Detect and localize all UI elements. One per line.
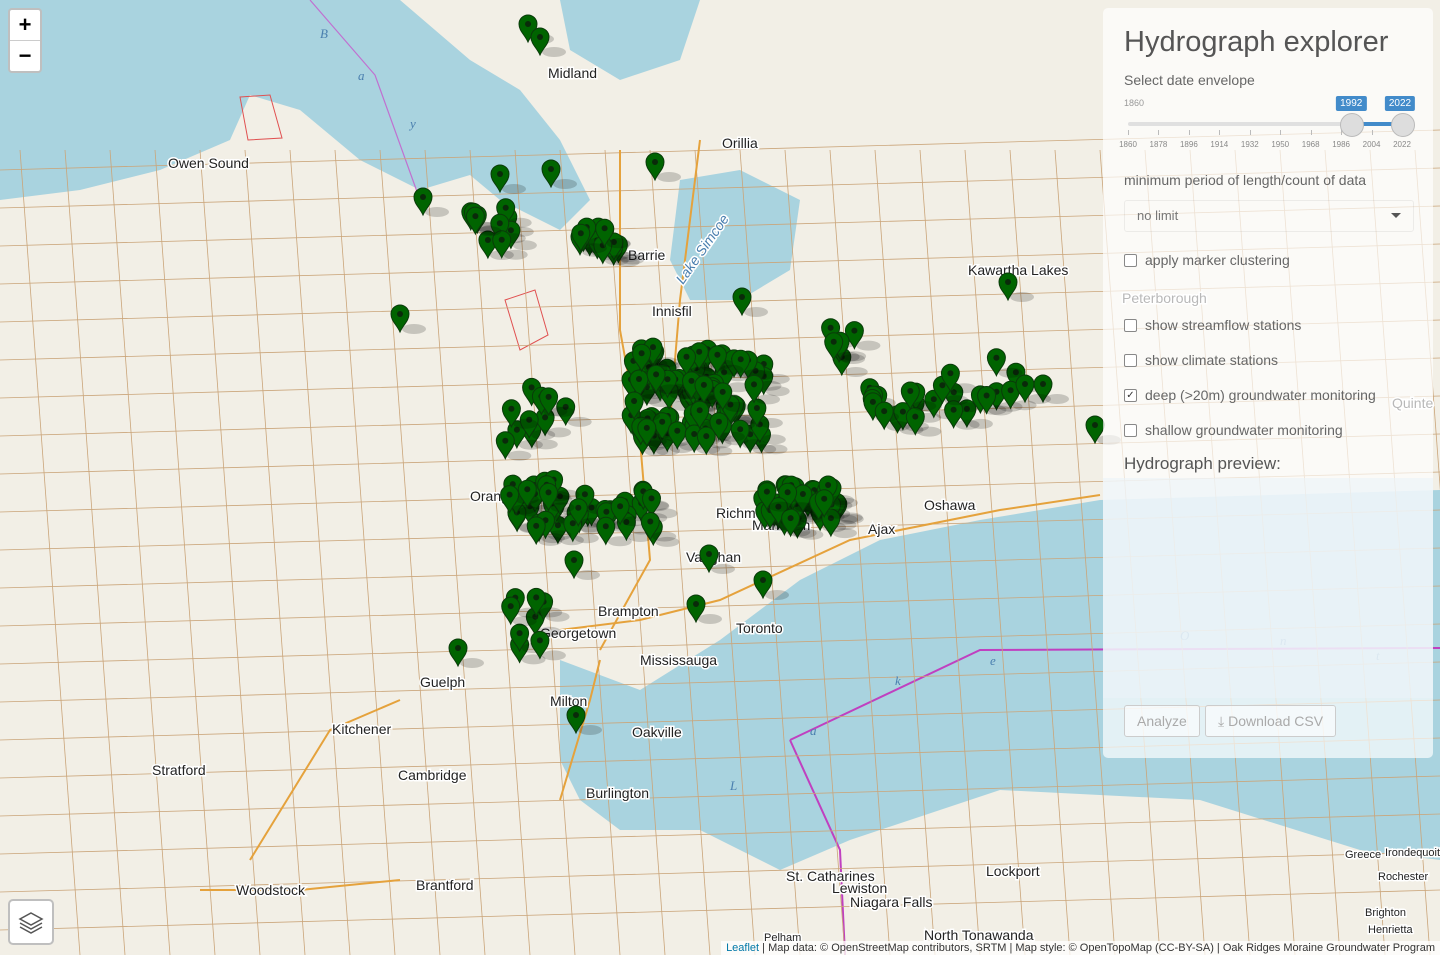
panel-title: Hydrograph explorer xyxy=(1124,26,1389,58)
checkbox-label: deep (>20m) groundwater monitoring xyxy=(1145,387,1376,403)
checkbox-box[interactable] xyxy=(1124,353,1137,367)
date-range-slider[interactable]: 1860 1992 2022 1860 1878 1896 1914 1932 1950 1… xyxy=(1119,96,1416,156)
water-label: L xyxy=(729,778,737,793)
slider-tick-label: 1968 xyxy=(1301,140,1320,149)
place-label: Mississauga xyxy=(640,652,717,668)
place-label: Brampton xyxy=(598,603,659,619)
slider-tick xyxy=(1188,130,1190,135)
min-period-select[interactable]: no limit xyxy=(1124,200,1414,232)
download-icon: ⤓ xyxy=(1218,713,1225,729)
shallow-groundwater-checkbox[interactable]: shallow groundwater monitoring xyxy=(1124,422,1343,438)
slider-tick xyxy=(1158,130,1160,135)
layers-control-button[interactable] xyxy=(8,899,54,945)
place-label: Lockport xyxy=(986,863,1040,879)
min-period-value: no limit xyxy=(1137,208,1179,223)
place-label: Stratford xyxy=(152,762,206,778)
place-label: Guelph xyxy=(420,674,465,690)
slider-from-handle[interactable] xyxy=(1340,113,1365,137)
layers-icon xyxy=(18,912,44,934)
leaflet-link[interactable]: Leaflet xyxy=(726,942,759,954)
streamflow-checkbox[interactable]: show streamflow stations xyxy=(1124,317,1301,333)
hydrograph-preview-area xyxy=(1103,478,1433,698)
slider-tick-label: 2004 xyxy=(1362,140,1381,149)
checkbox-label: apply marker clustering xyxy=(1145,252,1290,268)
place-label: Midland xyxy=(548,65,597,81)
place-label: Kawartha Lakes xyxy=(968,262,1068,278)
deep-groundwater-checkbox[interactable]: ✓ deep (>20m) groundwater monitoring xyxy=(1124,387,1376,403)
place-label: Brighton xyxy=(1365,907,1406,919)
zoom-in-button[interactable]: + xyxy=(10,10,40,41)
slider-tick-label: 1896 xyxy=(1179,140,1198,149)
place-label: Innisfil xyxy=(652,303,692,319)
water-label: k xyxy=(895,673,901,688)
slider-to-value: 2022 xyxy=(1384,96,1416,111)
slider-tick-label: 1986 xyxy=(1332,140,1351,149)
checkbox-label: show streamflow stations xyxy=(1145,317,1302,333)
slider-tick-label: 1860 xyxy=(1119,140,1137,149)
place-label: Oakville xyxy=(632,724,682,740)
hydrograph-panel: Hydrograph explorer Select date envelope… xyxy=(1103,8,1433,758)
slider-tick-label: 1878 xyxy=(1149,140,1168,149)
place-label: Cambridge xyxy=(398,767,467,783)
slider-tick xyxy=(1280,130,1282,135)
place-label: Kitchener xyxy=(332,721,391,737)
chevron-down-icon xyxy=(1391,213,1401,218)
checkbox-box[interactable]: ✓ xyxy=(1124,388,1137,402)
place-label: Toronto xyxy=(736,620,783,636)
place-label: Henrietta xyxy=(1368,924,1414,936)
clustering-checkbox[interactable]: apply marker clustering xyxy=(1124,252,1290,268)
min-period-label: minimum period of length/count of data xyxy=(1124,172,1367,188)
slider-tick xyxy=(1249,130,1251,135)
date-envelope-label: Select date envelope xyxy=(1124,72,1255,88)
map-attribution: Leaflet | Map data: © OpenStreetMap cont… xyxy=(721,941,1440,955)
water-label: y xyxy=(408,116,416,131)
slider-tick xyxy=(1219,130,1221,135)
place-label: Oshawa xyxy=(924,497,976,513)
place-label: Irondequoit xyxy=(1385,847,1440,859)
water-label: a xyxy=(810,723,817,738)
slider-tick-label: 1932 xyxy=(1240,140,1259,149)
analyze-button[interactable]: Analyze xyxy=(1124,705,1200,737)
place-label: Woodstock xyxy=(236,882,306,898)
place-label: Burlington xyxy=(586,785,649,801)
checkbox-box[interactable] xyxy=(1124,253,1137,267)
slider-tick xyxy=(1128,130,1129,135)
slider-tick xyxy=(1371,130,1373,135)
place-label: Brantford xyxy=(416,877,474,893)
climate-checkbox[interactable]: show climate stations xyxy=(1124,352,1278,368)
attribution-text: | Map data: © OpenStreetMap contributors… xyxy=(759,942,1435,954)
checkbox-box[interactable] xyxy=(1124,423,1137,437)
slider-to-handle[interactable] xyxy=(1391,113,1415,137)
preview-label: Hydrograph preview: xyxy=(1124,454,1281,473)
water-label: e xyxy=(990,653,996,668)
download-csv-button[interactable]: ⤓ Download CSV xyxy=(1205,705,1337,737)
slider-tick-label: 1914 xyxy=(1210,140,1229,149)
place-label: Greece xyxy=(1345,849,1381,861)
checkbox-box[interactable] xyxy=(1124,318,1137,332)
zoom-out-button[interactable]: − xyxy=(10,41,40,71)
place-label: Niagara Falls xyxy=(850,894,932,910)
place-label: Ajax xyxy=(868,521,895,537)
slider-from-value: 1992 xyxy=(1336,96,1367,111)
checkbox-label: show climate stations xyxy=(1145,352,1279,368)
place-label: Orillia xyxy=(722,135,758,151)
slider-tick xyxy=(1310,130,1312,135)
place-label: Owen Sound xyxy=(168,155,249,171)
slider-tick-label: 2022 xyxy=(1393,140,1411,149)
checkbox-label: shallow groundwater monitoring xyxy=(1145,422,1343,438)
water-label: B xyxy=(320,26,328,41)
slider-tick-label: 1950 xyxy=(1271,140,1290,149)
slider-min-label: 1860 xyxy=(1124,98,1145,108)
place-label: Rochester xyxy=(1378,871,1428,883)
place-label: Milton xyxy=(550,693,587,709)
water-label: a xyxy=(358,68,365,83)
zoom-control: + − xyxy=(8,8,42,73)
download-csv-label: Download CSV xyxy=(1228,713,1324,729)
